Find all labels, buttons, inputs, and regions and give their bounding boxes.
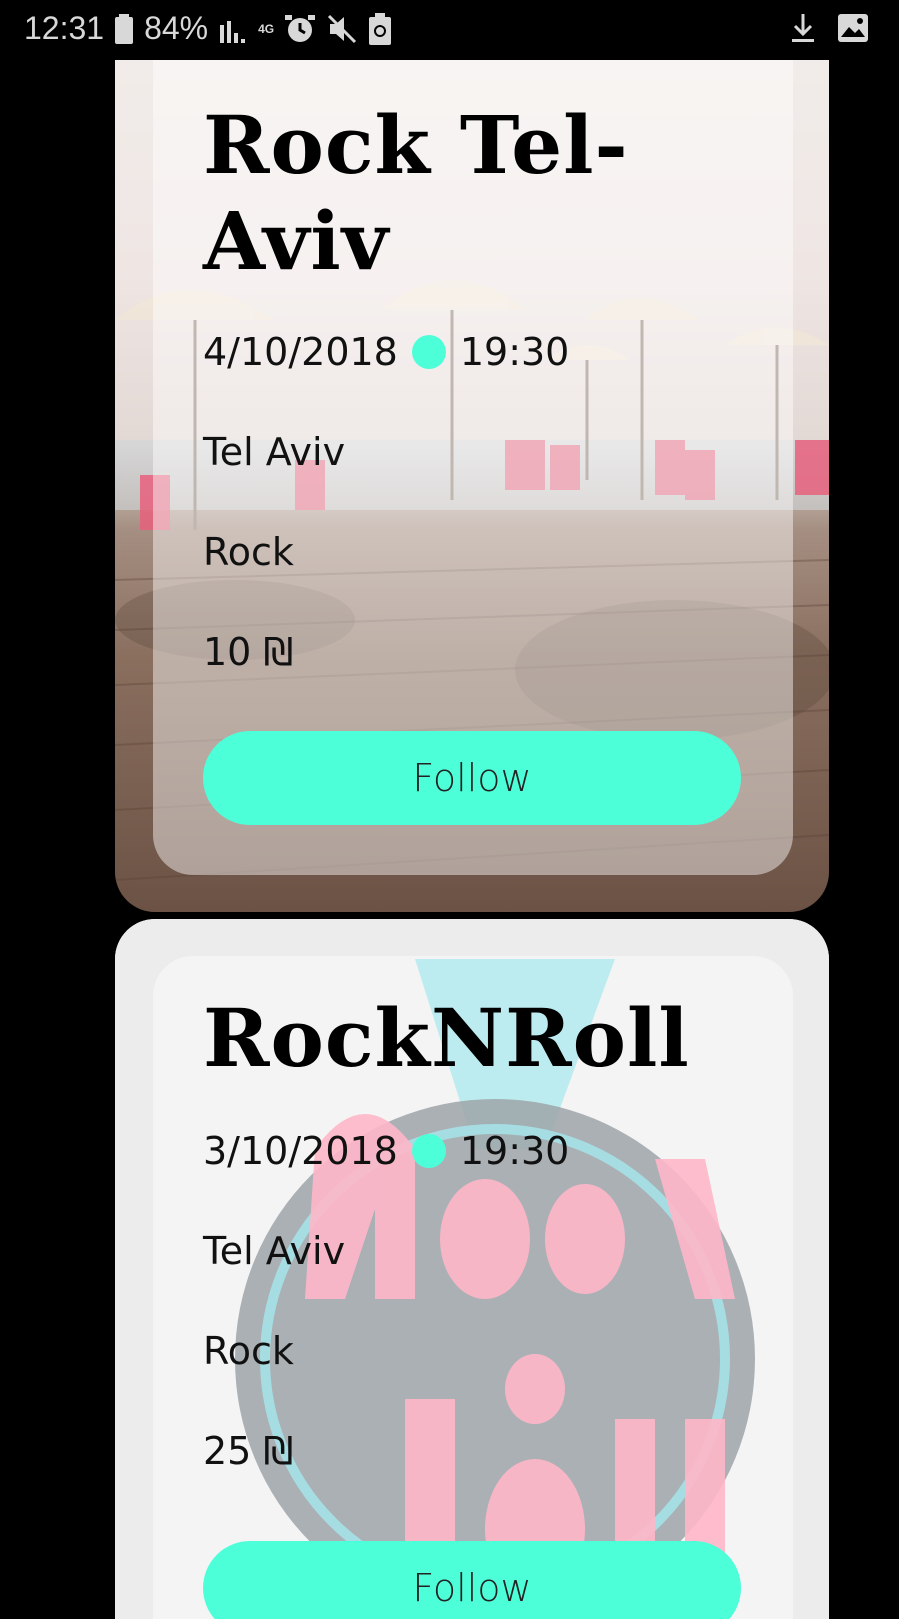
event-genre: Rock (203, 530, 294, 574)
event-genre-text: Rock (203, 530, 294, 574)
event-date: 3/10/2018 (203, 1129, 398, 1173)
event-card[interactable]: RockNRoll 3/10/2018 19:30 Tel Aviv Rock … (115, 919, 829, 1619)
mute-icon (326, 13, 358, 45)
download-icon (789, 12, 817, 49)
signal-icon (218, 15, 248, 43)
status-bar: 12:31 84% 4G (0, 0, 899, 60)
event-date: 4/10/2018 (203, 330, 398, 374)
battery-icon (114, 13, 134, 44)
follow-button[interactable]: Follow (203, 1541, 741, 1619)
separator-dot-icon (411, 1134, 446, 1168)
event-location-text: Tel Aviv (203, 1229, 346, 1273)
event-date-time: 4/10/2018 19:30 (203, 330, 569, 374)
event-title: Rock Tel-Aviv (203, 98, 629, 288)
image-icon (837, 13, 869, 48)
follow-button[interactable]: Follow (203, 731, 741, 825)
event-price-text: 25 ₪ (203, 1429, 294, 1473)
clock: 12:31 (24, 10, 105, 46)
status-right (789, 12, 869, 49)
separator-dot-icon (411, 335, 446, 369)
event-date-time: 3/10/2018 19:30 (203, 1129, 569, 1173)
event-time: 19:30 (459, 330, 570, 374)
event-title: RockNRoll (203, 991, 690, 1085)
event-time: 19:30 (459, 1129, 570, 1173)
event-location-text: Tel Aviv (203, 430, 346, 474)
recycle-icon (368, 12, 392, 45)
event-genre-text: Rock (203, 1329, 294, 1373)
event-price: 10 ₪ (203, 630, 293, 674)
event-genre: Rock (203, 1329, 294, 1373)
event-price: 25 ₪ (203, 1429, 293, 1473)
alarm-icon (284, 13, 316, 45)
event-location: Tel Aviv (203, 1229, 345, 1273)
event-price-text: 10 ₪ (203, 630, 294, 674)
network-4g-icon: 4G (258, 21, 275, 36)
network-label: 4G (258, 21, 275, 36)
event-location: Tel Aviv (203, 430, 345, 474)
battery-percent: 84% (144, 10, 209, 46)
event-card[interactable]: Rock Tel-Aviv 4/10/2018 19:30 Tel Aviv R… (115, 60, 829, 912)
status-left: 12:31 84% 4G (24, 10, 392, 47)
